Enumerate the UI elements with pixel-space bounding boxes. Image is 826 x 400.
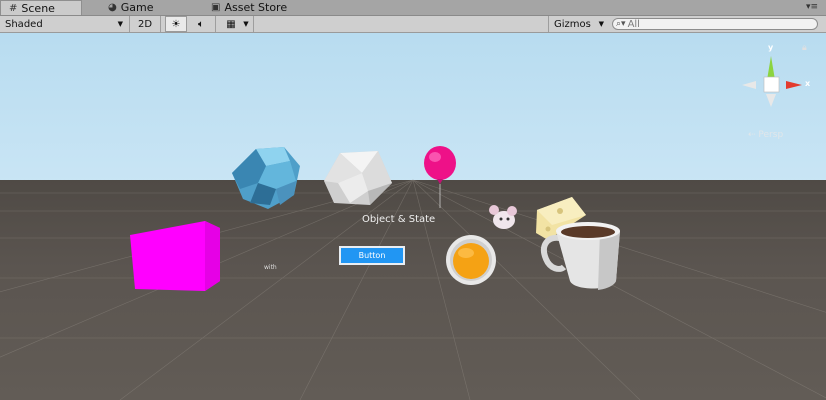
lighting-toggle-button[interactable]: ☀: [165, 16, 187, 32]
search-icon: ⌕▾: [616, 19, 626, 29]
tab-menu-icon[interactable]: ▾≡: [806, 2, 818, 12]
object-state-label: Object & State: [362, 214, 436, 225]
lock-icon[interactable]: 🔒︎: [802, 43, 807, 53]
dropdown-arrow-icon: ▼: [117, 20, 123, 28]
projection-label-text: Persp: [758, 130, 784, 140]
gizmos-dropdown[interactable]: Gizmos ▼: [551, 16, 607, 32]
persp-icon: ⇠: [748, 130, 759, 140]
shading-mode-dropdown[interactable]: Shaded ▼: [5, 16, 127, 32]
scene-grid: [0, 179, 826, 400]
2d-toggle-label: 2D: [137, 18, 153, 30]
search-input[interactable]: ⌕▾ All: [612, 18, 818, 30]
dropdown-arrow-icon: ▼: [598, 20, 604, 28]
white-polyhedron: [324, 151, 392, 205]
x-axis-label: x: [805, 79, 811, 88]
dropdown-arrow-icon: ▼: [243, 20, 249, 28]
gizmos-label: Gizmos: [554, 18, 591, 30]
magenta-cube: [130, 221, 220, 291]
tab-strip: # Scene ◕ Game ▣ Asset Store ▾≡: [0, 0, 826, 16]
tab-game[interactable]: ◕ Game: [108, 0, 153, 15]
round-3d-button: [446, 235, 496, 285]
toolbar-divider: [129, 16, 130, 32]
effects-dropdown-button[interactable]: ▼: [241, 16, 251, 32]
toolbar-divider: [548, 16, 549, 32]
scene-viewport[interactable]: 🔒︎ y x ⇠ Persp Object & State with Butto…: [0, 33, 826, 400]
audio-toggle-button[interactable]: 🔈︎: [190, 16, 212, 32]
toolbar-divider: [215, 16, 216, 32]
bag-icon: ▣: [211, 2, 221, 13]
grid-icon: #: [9, 2, 18, 14]
scene-ui-button[interactable]: Button: [339, 246, 405, 265]
y-axis-label: y: [768, 43, 774, 52]
shading-mode-value: Shaded: [5, 18, 43, 30]
toolbar-divider: [160, 16, 161, 32]
tab-asset-store[interactable]: ▣ Asset Store: [211, 0, 287, 15]
image-icon: ▦: [226, 18, 236, 30]
small-world-label: with: [264, 264, 277, 271]
scene-ui-button-label: Button: [358, 251, 386, 260]
2d-toggle-button[interactable]: 2D: [133, 16, 157, 32]
toolbar-divider: [253, 16, 254, 32]
scene-toolbar: Shaded ▼ 2D ☀ 🔈︎ ▦ ▼ Gizmos ▼ ⌕▾ All: [0, 16, 826, 33]
projection-label[interactable]: ⇠ Persp: [748, 130, 783, 140]
search-placeholder: All: [627, 18, 640, 30]
tab-asset-store-label: Asset Store: [224, 1, 288, 14]
tab-scene-label: Scene: [21, 1, 55, 15]
tab-game-label: Game: [120, 1, 154, 14]
blue-polyhedron: [232, 147, 300, 209]
sun-icon: ☀: [171, 18, 181, 30]
pink-balloon: [424, 146, 456, 208]
pacman-icon: ◕: [108, 2, 117, 13]
tab-scene[interactable]: # Scene: [0, 0, 82, 15]
effects-toggle-button[interactable]: ▦: [220, 16, 242, 32]
orientation-gizmo[interactable]: [742, 56, 802, 107]
speaker-icon: 🔈︎: [198, 18, 204, 30]
